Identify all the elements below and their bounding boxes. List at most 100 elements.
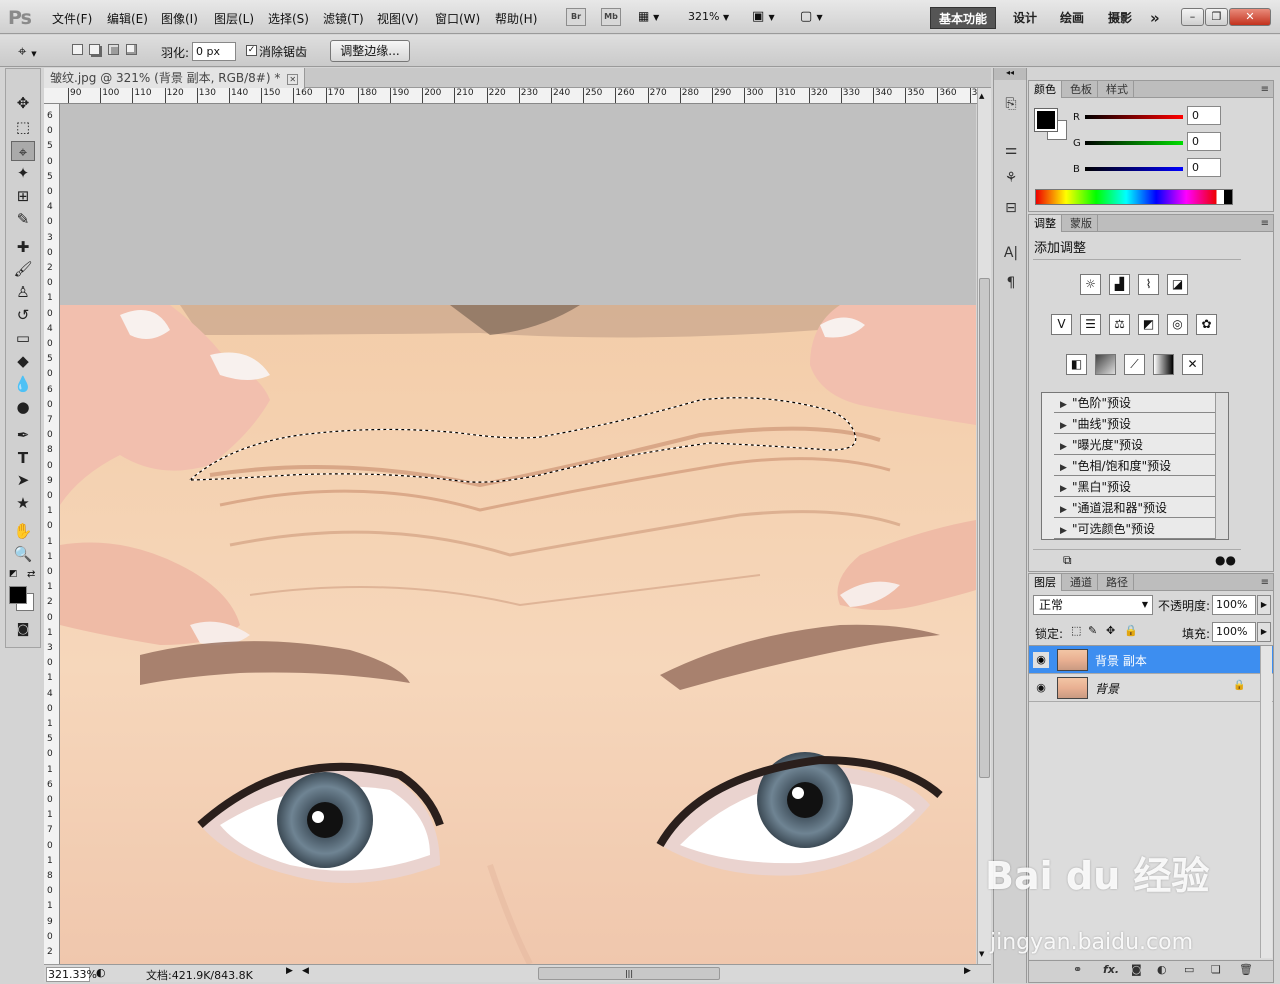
- list-item[interactable]: ▶ "曲线"预设: [1054, 414, 1226, 434]
- scroll-down-icon[interactable]: ▼: [979, 950, 984, 958]
- lock-transparency-icon[interactable]: ⬚: [1071, 624, 1081, 637]
- workspace-more-button[interactable]: »: [1142, 7, 1168, 29]
- blue-slider[interactable]: [1085, 167, 1183, 171]
- scroll-right-icon[interactable]: ▶: [964, 966, 971, 976]
- lock-position-icon[interactable]: ✥: [1106, 624, 1115, 637]
- quick-mask-icon[interactable]: ◙: [11, 620, 35, 640]
- refine-edge-button[interactable]: 调整边缘...: [330, 40, 410, 62]
- tab-color[interactable]: 颜色: [1029, 81, 1062, 98]
- list-item[interactable]: ▶ "黑白"预设: [1054, 477, 1226, 497]
- lock-pixels-icon[interactable]: ✎: [1088, 624, 1097, 637]
- new-selection-mode-button[interactable]: [72, 44, 83, 55]
- brush-presets-icon[interactable]: ⚌: [1001, 140, 1021, 160]
- pen-tool-icon[interactable]: ✒: [11, 425, 35, 445]
- workspace-photography[interactable]: 摄影: [1100, 7, 1140, 29]
- type-tool-icon[interactable]: T: [11, 448, 35, 468]
- character-panel-icon[interactable]: A|: [1001, 243, 1021, 263]
- tab-paths[interactable]: 路径: [1101, 574, 1134, 591]
- delete-layer-icon[interactable]: 🗑: [1239, 963, 1253, 976]
- menu-select[interactable]: 选择(S): [268, 10, 309, 27]
- antialias-checkbox[interactable]: ✓: [246, 45, 257, 56]
- layer-row-background[interactable]: ◉ 背景 🔒: [1029, 674, 1273, 702]
- menu-image[interactable]: 图像(I): [161, 10, 198, 27]
- crop-tool-icon[interactable]: ⊞: [11, 186, 35, 206]
- tab-styles[interactable]: 样式: [1101, 81, 1134, 98]
- screen-mode-dropdown[interactable]: ▢ ▼: [800, 9, 823, 24]
- layers-scrollbar[interactable]: [1260, 646, 1272, 958]
- red-value-input[interactable]: 0: [1187, 106, 1221, 125]
- fill-input[interactable]: 100%: [1212, 622, 1256, 642]
- arrange-documents-dropdown[interactable]: ▣ ▼: [752, 9, 775, 24]
- eye-visibility-icon[interactable]: ◉: [1033, 652, 1049, 668]
- minibridge-button[interactable]: Mb: [601, 8, 621, 26]
- shape-tool-icon[interactable]: ★: [11, 493, 35, 513]
- menu-view[interactable]: 视图(V): [377, 10, 419, 27]
- collapse-strip-icon[interactable]: ◂◂: [994, 68, 1026, 80]
- opacity-slider-arrow-icon[interactable]: ▶: [1257, 595, 1271, 615]
- swap-colors-icon[interactable]: ⇄: [27, 569, 35, 580]
- view-extras-dropdown[interactable]: ▦ ▼: [638, 9, 672, 26]
- tab-swatches[interactable]: 色板: [1065, 81, 1098, 98]
- selective-color-icon[interactable]: ✕: [1182, 354, 1203, 375]
- add-mask-icon[interactable]: ◙: [1131, 963, 1142, 976]
- gradient-map-icon[interactable]: [1153, 354, 1174, 375]
- menu-layer[interactable]: 图层(L): [214, 10, 254, 27]
- link-layers-icon[interactable]: ⚭: [1073, 963, 1082, 976]
- clip-to-layer-icon[interactable]: ⧉: [1063, 553, 1072, 568]
- green-value-input[interactable]: 0: [1187, 132, 1221, 151]
- history-brush-tool-icon[interactable]: ↺: [11, 305, 35, 325]
- levels-icon[interactable]: ▟: [1109, 274, 1130, 295]
- path-selection-tool-icon[interactable]: ➤: [11, 470, 35, 490]
- blur-tool-icon[interactable]: 💧: [11, 374, 35, 394]
- green-slider[interactable]: [1085, 141, 1183, 145]
- scroll-left-icon[interactable]: ◀: [302, 966, 309, 976]
- vibrance-icon[interactable]: V: [1051, 314, 1072, 335]
- menu-filter[interactable]: 滤镜(T): [323, 10, 364, 27]
- panel-menu-icon[interactable]: ≡: [1261, 215, 1269, 232]
- presets-scrollbar[interactable]: [1215, 393, 1228, 539]
- fill-slider-arrow-icon[interactable]: ▶: [1257, 622, 1271, 642]
- paragraph-panel-icon[interactable]: ¶: [1001, 273, 1021, 293]
- horizontal-scroll-thumb[interactable]: |||: [538, 967, 720, 980]
- eye-visibility-icon[interactable]: ◉: [1033, 680, 1049, 696]
- exposure-icon[interactable]: ◪: [1167, 274, 1188, 295]
- document-canvas[interactable]: [60, 104, 976, 964]
- polygonal-lasso-tool-icon[interactable]: ⌖: [11, 141, 35, 161]
- opacity-input[interactable]: 100%: [1212, 595, 1256, 615]
- clone-source-icon[interactable]: ⚘: [1001, 168, 1021, 188]
- eraser-tool-icon[interactable]: ▭: [11, 328, 35, 348]
- marquee-tool-icon[interactable]: ⬚: [11, 117, 35, 137]
- polygonal-lasso-preset-picker[interactable]: ⌖ ▼: [18, 42, 37, 60]
- list-item[interactable]: ▶ "可选颜色"预设: [1054, 519, 1226, 539]
- layer-row-background-copy[interactable]: ◉ 背景 副本: [1029, 646, 1273, 674]
- photo-filter-icon[interactable]: ◎: [1167, 314, 1188, 335]
- zoom-status-field[interactable]: 321.33%: [46, 967, 97, 982]
- panel-menu-icon[interactable]: ≡: [1261, 81, 1269, 98]
- eyedropper-tool-icon[interactable]: ✎: [11, 209, 35, 229]
- zoom-tool-icon[interactable]: 🔍: [11, 544, 35, 564]
- vertical-scrollbar[interactable]: ▲ ▼: [977, 88, 991, 964]
- new-layer-icon[interactable]: ❏: [1211, 963, 1221, 976]
- scroll-up-icon[interactable]: ▲: [979, 92, 984, 100]
- list-item[interactable]: ▶ "曝光度"预设: [1054, 435, 1226, 455]
- feather-input[interactable]: 0 px: [192, 42, 236, 61]
- color-balance-icon[interactable]: ⚖: [1109, 314, 1130, 335]
- tab-masks[interactable]: 蒙版: [1065, 215, 1098, 232]
- restore-button[interactable]: ❐: [1205, 8, 1228, 26]
- paint-bucket-tool-icon[interactable]: ◆: [11, 351, 35, 371]
- vertical-scroll-thumb[interactable]: [979, 278, 990, 778]
- document-tab[interactable]: 皱纹.jpg @ 321% (背景 副本, RGB/8#) * ✕: [44, 68, 306, 88]
- add-selection-mode-button[interactable]: [89, 44, 100, 55]
- close-tab-icon[interactable]: ✕: [287, 74, 299, 85]
- posterize-icon[interactable]: [1095, 354, 1116, 375]
- hue-saturation-icon[interactable]: ☰: [1080, 314, 1101, 335]
- close-button[interactable]: ✕: [1229, 8, 1271, 26]
- list-item[interactable]: ▶ "通道混和器"预设: [1054, 498, 1226, 518]
- intersect-selection-mode-button[interactable]: [126, 44, 137, 55]
- workspace-painting[interactable]: 绘画: [1052, 7, 1092, 29]
- list-item[interactable]: ▶ "色相/饱和度"预设: [1054, 456, 1226, 476]
- threshold-icon[interactable]: ⟋: [1124, 354, 1145, 375]
- zoom-level-dropdown[interactable]: 321% ▼: [688, 10, 729, 23]
- hand-tool-icon[interactable]: ✋: [11, 521, 35, 541]
- foreground-color-chip[interactable]: [1034, 108, 1058, 132]
